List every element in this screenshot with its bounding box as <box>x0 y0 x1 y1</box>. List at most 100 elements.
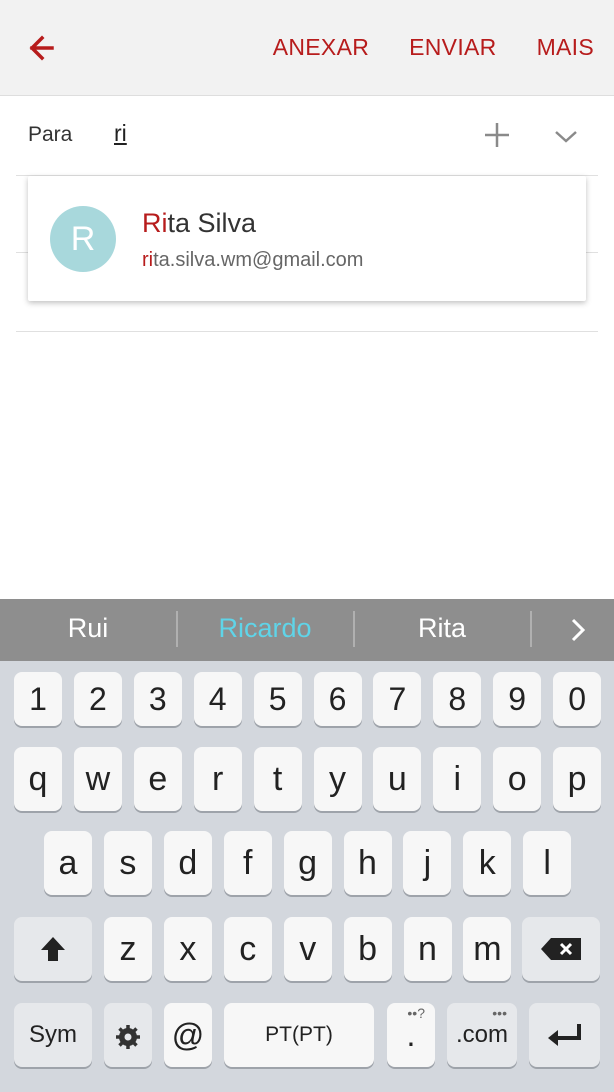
prediction-bar: Rui Ricardo Rita <box>0 599 614 661</box>
to-input[interactable]: ri <box>114 120 127 147</box>
key-0[interactable]: 0 <box>553 672 602 726</box>
send-button[interactable]: ENVIAR <box>409 34 496 61</box>
key-label: p <box>567 759 587 798</box>
action-buttons: ANEXAR ENVIAR MAIS <box>273 34 594 61</box>
key-s[interactable]: s <box>103 831 152 895</box>
name-match: Ri <box>142 208 168 238</box>
key-label: k <box>478 843 496 882</box>
add-contact-icon[interactable] <box>482 120 512 150</box>
key-label: u <box>387 759 407 798</box>
enter-key[interactable] <box>529 1003 600 1067</box>
key-label: 9 <box>508 680 527 717</box>
enter-arrow-icon <box>547 1024 581 1046</box>
key-p[interactable]: p <box>553 747 602 811</box>
key-8[interactable]: 8 <box>433 672 482 726</box>
back-arrow-icon[interactable] <box>22 28 62 68</box>
at-key[interactable]: @ <box>164 1003 212 1067</box>
attach-button[interactable]: ANEXAR <box>273 34 369 61</box>
period-key[interactable]: . ••? <box>387 1003 435 1067</box>
key-label: r <box>212 759 224 798</box>
key-l[interactable]: l <box>523 831 572 895</box>
email-rest: ta.silva.wm@gmail.com <box>153 249 364 271</box>
key-label: b <box>358 929 378 968</box>
chevron-down-icon[interactable] <box>552 122 580 150</box>
key-label: i <box>453 759 462 798</box>
more-button[interactable]: MAIS <box>537 34 594 61</box>
shift-arrow-icon <box>41 937 65 961</box>
to-label: Para <box>28 123 73 146</box>
key-label: e <box>148 759 168 798</box>
key-t[interactable]: t <box>253 747 302 811</box>
key-3[interactable]: 3 <box>133 672 182 726</box>
key-1[interactable]: 1 <box>14 672 62 726</box>
key-i[interactable]: i <box>433 747 482 811</box>
key-9[interactable]: 9 <box>493 672 542 726</box>
key-y[interactable]: y <box>313 747 362 811</box>
key-label: v <box>299 929 317 968</box>
dotcom-key[interactable]: .com ••• <box>447 1003 517 1067</box>
sym-key[interactable]: Sym <box>14 1003 92 1067</box>
key-label: o <box>507 759 527 798</box>
key-u[interactable]: u <box>373 747 422 811</box>
contact-email: rita.silva.wm@gmail.com <box>142 249 363 272</box>
backspace-icon <box>541 938 581 960</box>
key-label: d <box>178 843 198 882</box>
key-o[interactable]: o <box>493 747 542 811</box>
key-label: 8 <box>448 680 467 717</box>
key-z[interactable]: z <box>104 917 152 981</box>
settings-mic-key[interactable] <box>104 1003 152 1067</box>
key-v[interactable]: v <box>283 917 332 981</box>
key-label: m <box>473 929 502 968</box>
key-c[interactable]: c <box>223 917 272 981</box>
key-e[interactable]: e <box>133 747 182 811</box>
key-label: 4 <box>208 680 227 717</box>
key-label: x <box>179 929 197 968</box>
key-k[interactable]: k <box>463 831 512 895</box>
key-label: w <box>85 759 111 798</box>
key-x[interactable]: x <box>163 917 212 981</box>
key-label: 6 <box>328 680 347 717</box>
key-label: 5 <box>268 680 287 717</box>
key-7[interactable]: 7 <box>373 672 422 726</box>
key-label: PT(PT) <box>265 1023 333 1046</box>
key-label: a <box>58 843 78 882</box>
space-key[interactable]: PT(PT) <box>224 1003 374 1067</box>
key-2[interactable]: 2 <box>73 672 122 726</box>
key-label: 2 <box>88 680 107 717</box>
key-hint: ••• <box>492 1005 507 1021</box>
key-w[interactable]: w <box>73 747 122 811</box>
key-b[interactable]: b <box>343 917 392 981</box>
key-q[interactable]: q <box>14 747 62 811</box>
key-label: . <box>406 1016 416 1053</box>
contact-suggestion[interactable]: R Rita Silva rita.silva.wm@gmail.com <box>28 176 586 301</box>
key-j[interactable]: j <box>403 831 452 895</box>
key-label: n <box>418 929 437 968</box>
key-6[interactable]: 6 <box>313 672 362 726</box>
key-label: Sym <box>29 1021 77 1048</box>
keyboard: Rui Ricardo Rita 1 2 3 4 5 6 7 8 9 0 qwe r t y u i o p a s d… <box>0 599 614 1092</box>
to-field-row: Para ri <box>16 96 598 176</box>
shift-key[interactable] <box>14 917 92 981</box>
chevron-right-icon[interactable] <box>568 617 588 643</box>
email-match: ri <box>142 249 154 271</box>
prediction-word[interactable]: Rui <box>3 613 173 644</box>
key-r[interactable]: r <box>193 747 242 811</box>
key-4[interactable]: 4 <box>193 672 242 726</box>
key-n[interactable]: n <box>403 917 452 981</box>
key-m[interactable]: m <box>463 917 512 981</box>
key-d[interactable]: d <box>163 831 212 895</box>
key-label: 0 <box>568 680 586 717</box>
key-h[interactable]: h <box>343 831 392 895</box>
key-label: l <box>543 843 551 882</box>
backspace-key[interactable] <box>522 917 600 981</box>
key-label: z <box>119 929 137 968</box>
key-5[interactable]: 5 <box>253 672 302 726</box>
key-label: q <box>28 759 48 798</box>
key-f[interactable]: f <box>223 831 272 895</box>
name-rest: ta Silva <box>167 208 257 238</box>
prediction-word[interactable]: Rita <box>357 613 527 644</box>
divider <box>353 611 355 647</box>
key-a[interactable]: a <box>44 831 92 895</box>
key-g[interactable]: g <box>283 831 332 895</box>
prediction-word-selected[interactable]: Ricardo <box>180 613 350 644</box>
